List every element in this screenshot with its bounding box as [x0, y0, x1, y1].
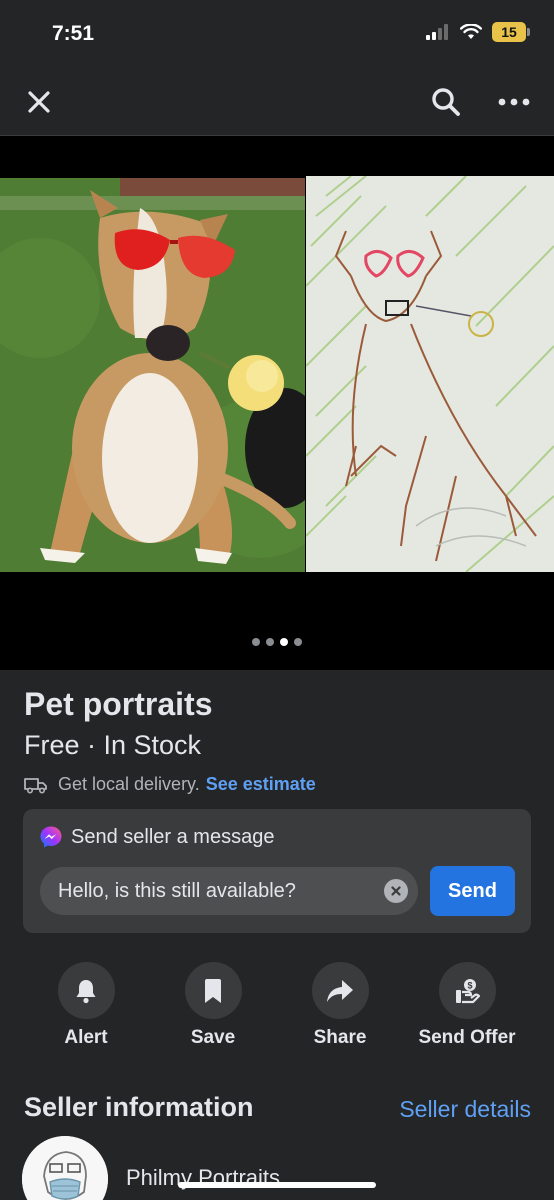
status-time: 7:51 — [52, 22, 95, 45]
save-icon-circle — [184, 962, 242, 1019]
share-label: Share — [313, 1027, 367, 1048]
offer-icon: $ — [456, 978, 481, 1003]
seller-info-heading: Seller information — [24, 1092, 254, 1122]
send-offer-button[interactable]: $ Send Offer — [407, 962, 527, 1049]
status-bar: 7:51 15 — [0, 0, 554, 70]
wifi-icon — [460, 24, 482, 39]
send-offer-label: Send Offer — [418, 1027, 516, 1048]
messenger-icon — [40, 826, 62, 848]
dog-drawing — [306, 176, 554, 572]
message-card-title: Send seller a message — [71, 825, 275, 848]
alert-icon-circle — [57, 962, 115, 1019]
truck-icon — [24, 777, 47, 794]
gallery-pagination — [0, 638, 554, 646]
close-button[interactable] — [17, 80, 61, 124]
save-label: Save — [190, 1027, 236, 1048]
delivery-row: Get local delivery. See estimate — [24, 774, 316, 795]
listing-title: Pet portraits — [24, 686, 213, 722]
save-button[interactable]: Save — [153, 962, 273, 1049]
share-icon-circle — [311, 962, 369, 1019]
message-card-header: Send seller a message — [39, 825, 274, 849]
see-estimate-link[interactable]: See estimate — [206, 774, 316, 795]
more-options-button[interactable] — [492, 80, 536, 124]
gallery-dot-active[interactable] — [280, 638, 288, 646]
message-input-value: Hello, is this still available? — [58, 879, 296, 902]
send-offer-icon-circle: $ — [438, 962, 496, 1019]
share-icon — [327, 979, 353, 1002]
bookmark-icon — [205, 978, 221, 1003]
gallery-dot[interactable] — [266, 638, 274, 646]
search-button[interactable] — [424, 80, 468, 124]
clear-input-button[interactable] — [384, 879, 408, 903]
message-input[interactable]: Hello, is this still available? — [40, 867, 418, 915]
seller-details-link[interactable]: Seller details — [399, 1096, 531, 1123]
seller-avatar-image — [22, 1136, 108, 1200]
gallery-dot[interactable] — [252, 638, 260, 646]
signal-icon — [426, 24, 448, 40]
battery-level: 15 — [501, 24, 517, 40]
send-message-button[interactable]: Send — [430, 866, 515, 916]
dog-photo — [0, 178, 305, 572]
alert-label: Alert — [64, 1027, 108, 1048]
message-seller-card: Send seller a message Hello, is this sti… — [23, 809, 531, 933]
photo-gallery[interactable] — [0, 136, 554, 670]
bell-icon — [76, 979, 96, 1003]
close-icon — [28, 91, 50, 113]
clear-icon — [391, 886, 401, 896]
status-icons: 15 — [426, 22, 530, 42]
delivery-text: Get local delivery. — [58, 774, 200, 794]
battery-icon: 15 — [492, 22, 530, 42]
search-icon — [432, 88, 460, 116]
more-icon — [498, 98, 530, 106]
listing-actions: Alert Save Share $ Send Offer — [0, 962, 554, 1052]
listing-price-stock: Free · In Stock — [24, 730, 202, 760]
home-indicator[interactable] — [178, 1182, 376, 1188]
alert-button[interactable]: Alert — [26, 962, 146, 1049]
share-button[interactable]: Share — [280, 962, 400, 1049]
gallery-dot[interactable] — [294, 638, 302, 646]
top-nav-bar — [0, 70, 554, 136]
svg-text:$: $ — [467, 980, 472, 990]
seller-avatar[interactable] — [22, 1136, 108, 1200]
